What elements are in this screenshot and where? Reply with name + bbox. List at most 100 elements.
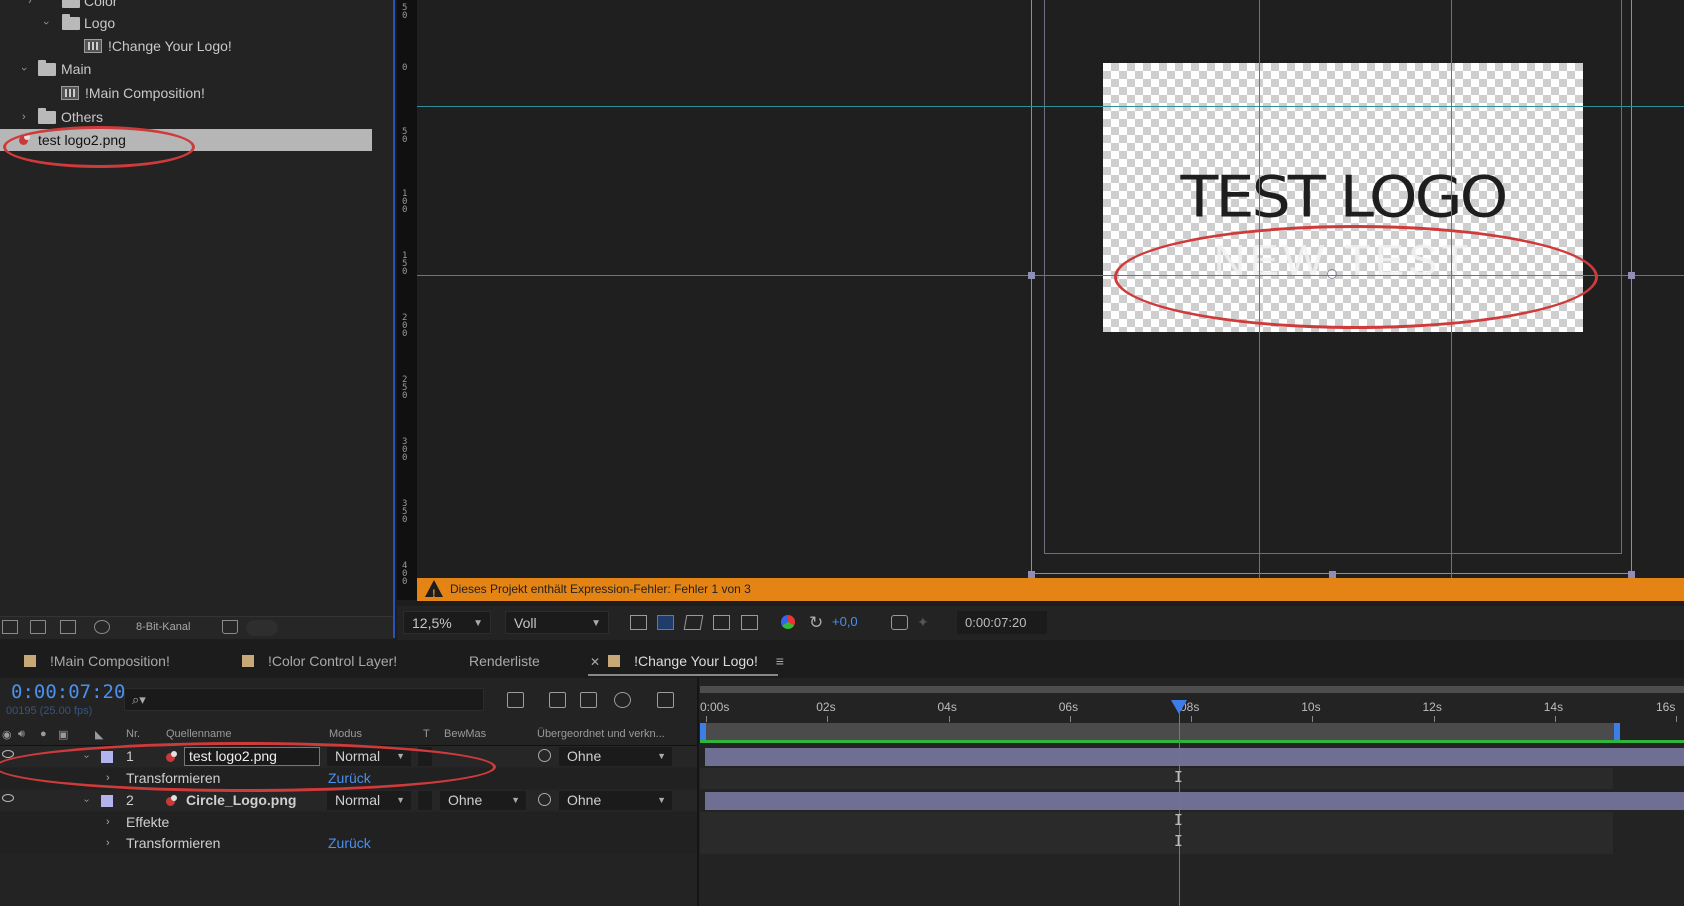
chevron-right-icon[interactable]: › [28, 0, 32, 12]
fast-previews-icon[interactable] [630, 615, 647, 630]
layer-row-2[interactable]: › 2 Circle_Logo.png Normal ▼ Ohne ▼ Ohne ▼ [0, 790, 697, 811]
thumbnail-toggle[interactable] [246, 620, 278, 636]
solo-icon[interactable]: ● [40, 728, 47, 740]
reset-exposure-icon[interactable]: ↻ [809, 613, 823, 633]
project-item-others[interactable]: › Others [0, 106, 372, 128]
expression-error-bar[interactable]: Dieses Projekt enthält Expression-Fehler… [417, 578, 1684, 606]
project-item-change-your-logo[interactable]: !Change Your Logo! [0, 35, 372, 57]
keyframe-marker-icon[interactable]: I [1174, 832, 1183, 850]
current-timecode[interactable]: 0:00:07:20 [11, 681, 125, 703]
column-mode[interactable]: Modus [329, 728, 362, 740]
lock-icon[interactable]: ▣ [58, 728, 68, 741]
track-row [700, 768, 1613, 789]
parent-pickwhip-icon[interactable] [538, 749, 551, 762]
layer-2-duration-bar[interactable] [705, 792, 1684, 810]
guide-line-horizontal[interactable] [417, 106, 1684, 107]
column-source-name[interactable]: Quellenname [166, 728, 231, 740]
trackmatte-dropdown[interactable]: Ohne ▼ [440, 791, 526, 810]
tab-renderliste[interactable]: Renderliste [469, 650, 540, 672]
blend-mode-dropdown[interactable]: Normal ▼ [327, 791, 411, 810]
frame-rate: 00195 (25.00 fps) [6, 705, 93, 717]
shy-layers-icon[interactable] [549, 692, 566, 708]
current-time-indicator-head[interactable] [1170, 700, 1187, 714]
tab-color-control-layer[interactable]: !Color Control Layer! [242, 650, 397, 672]
chevron-down-icon[interactable]: › [76, 799, 97, 802]
close-icon[interactable]: ✕ [590, 655, 600, 669]
resolution-value: Voll [514, 615, 537, 631]
time-ruler-tick [1433, 716, 1435, 722]
panel-menu-icon[interactable]: ≡ [776, 653, 784, 669]
composition-flowchart-icon[interactable] [507, 692, 524, 708]
transform-handle[interactable] [1628, 571, 1635, 578]
project-item-main-composition[interactable]: !Main Composition! [0, 82, 372, 104]
graph-editor-icon[interactable] [657, 692, 674, 708]
column-nr[interactable]: Nr. [126, 728, 140, 740]
exposure-value[interactable]: +0,0 [832, 614, 858, 629]
motion-blur-icon[interactable] [614, 692, 631, 708]
work-area-bar[interactable] [700, 723, 1620, 740]
project-item-color[interactable]: › Color [0, 0, 372, 12]
new-composition-icon[interactable] [60, 620, 76, 634]
mask-visibility-icon[interactable] [683, 615, 704, 630]
viewer-toolbar: 12,5% ▼ Voll ▼ ↻ +0,0 ✦ 0:00:07:20 [397, 606, 1684, 640]
time-navigator-bar[interactable] [700, 686, 1684, 693]
layer-number: 2 [126, 792, 134, 808]
column-parent[interactable]: Übergeordnet und verkn... [537, 728, 665, 740]
project-settings-icon[interactable] [94, 620, 110, 634]
color-channels-icon[interactable] [781, 615, 795, 629]
time-ruler-label: 12s [1422, 700, 1442, 714]
visibility-eye-icon[interactable]: ◉ [2, 728, 12, 741]
chevron-right-icon[interactable]: › [106, 812, 110, 833]
project-item-main[interactable]: › Main [0, 58, 372, 80]
column-t[interactable]: T [423, 728, 430, 740]
tab-main-composition[interactable]: !Main Composition! [24, 650, 170, 672]
new-folder-icon[interactable] [30, 620, 46, 634]
zoom-dropdown[interactable]: 12,5% ▼ [403, 611, 491, 634]
keyframe-marker-icon[interactable]: I [1174, 768, 1183, 786]
region-of-interest-icon[interactable] [713, 615, 730, 630]
project-item-logo[interactable]: › Logo [0, 12, 372, 34]
transparency-grid-icon[interactable] [657, 615, 674, 630]
chevron-down-icon[interactable]: › [35, 21, 57, 25]
audio-speaker-icon[interactable]: 🔊︎ [18, 728, 25, 741]
show-snapshot-icon[interactable]: ✦ [917, 614, 929, 631]
grid-guides-icon[interactable] [741, 615, 758, 630]
parent-dropdown[interactable]: Ohne ▼ [559, 747, 672, 766]
layer-search-input[interactable]: ⌕▾ [124, 688, 484, 711]
column-trackmatte[interactable]: BewMas [444, 728, 486, 740]
bit-depth-label[interactable]: 8-Bit-Kanal [136, 621, 190, 633]
parent-dropdown[interactable]: Ohne ▼ [559, 791, 672, 810]
current-time-indicator-line[interactable] [1178, 700, 1180, 906]
trash-icon[interactable] [222, 620, 238, 634]
parent-pickwhip-icon[interactable] [538, 793, 551, 806]
resolution-dropdown[interactable]: Voll ▼ [505, 611, 609, 634]
property-group-label: Effekte [126, 814, 170, 830]
viewer-current-time[interactable]: 0:00:07:20 [957, 611, 1047, 634]
transform-handle[interactable] [1628, 272, 1635, 279]
keyframe-marker-icon[interactable]: I [1174, 811, 1183, 829]
transform-handle[interactable] [1028, 571, 1035, 578]
label-tag-icon[interactable]: ◣ [95, 728, 103, 741]
frame-blending-icon[interactable] [580, 692, 597, 708]
tab-change-your-logo[interactable]: ✕ !Change Your Logo! ≡ [590, 650, 784, 672]
chevron-down-icon[interactable]: › [13, 67, 35, 71]
time-ruler-label: 16s [1656, 700, 1676, 714]
layer-label-swatch[interactable] [101, 795, 113, 807]
interpret-footage-icon[interactable] [2, 620, 18, 634]
chevron-right-icon[interactable]: › [22, 106, 26, 128]
snapshot-camera-icon[interactable] [891, 615, 908, 630]
vertical-ruler: 50 0 50 100 150 200 250 300 350 400 [397, 0, 417, 600]
visibility-eye-icon[interactable] [2, 794, 14, 802]
layer-2-effects-row[interactable]: › Effekte [0, 812, 697, 833]
folder-icon [38, 108, 56, 124]
preserve-transparency-checkbox[interactable] [418, 791, 432, 810]
layer-name[interactable]: Circle_Logo.png [186, 790, 296, 811]
work-area-end-handle[interactable] [1614, 723, 1620, 740]
layer-1-duration-bar[interactable] [705, 748, 1684, 766]
transform-handle[interactable] [1329, 571, 1336, 578]
transform-handle[interactable] [1028, 272, 1035, 279]
layer-2-transform-row[interactable]: › Transformieren Zurück [0, 833, 697, 854]
reset-link[interactable]: Zurück [328, 833, 371, 854]
work-area-start-handle[interactable] [700, 723, 706, 740]
chevron-right-icon[interactable]: › [106, 833, 110, 854]
